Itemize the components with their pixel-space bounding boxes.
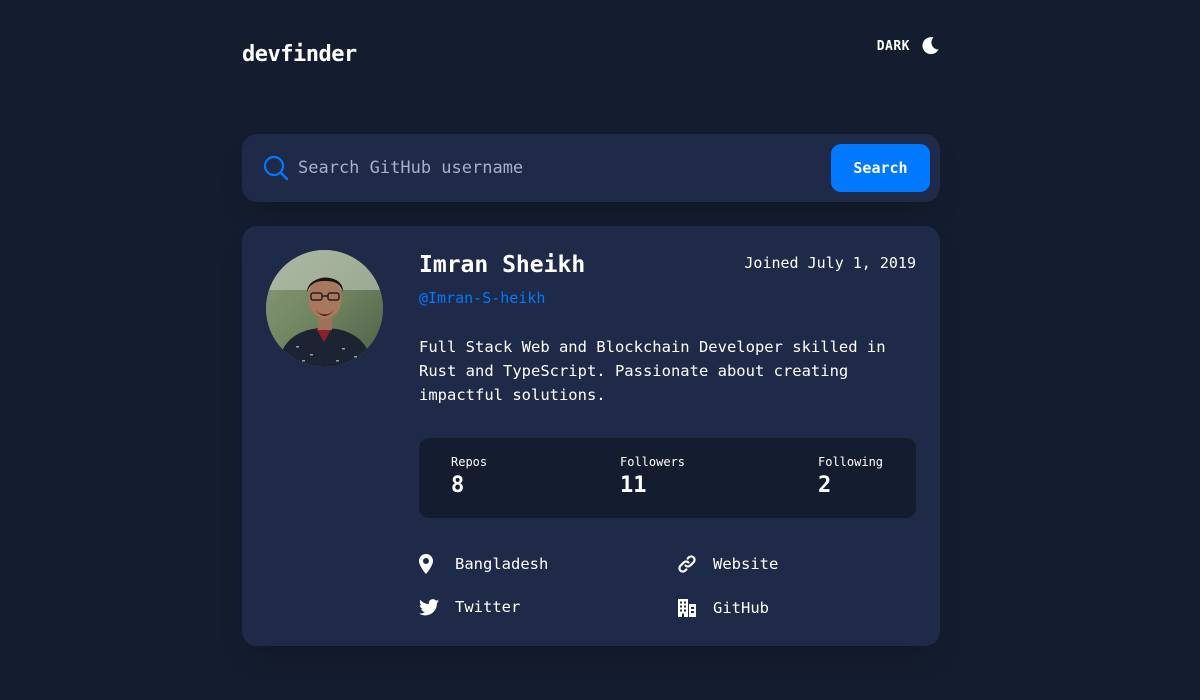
stat-followers: Followers 11 — [620, 455, 685, 498]
user-name: Imran Sheikh — [419, 252, 586, 278]
twitter-link[interactable]: Twitter — [455, 598, 520, 616]
moon-icon — [920, 36, 940, 56]
search-button[interactable]: Search — [831, 144, 930, 192]
stat-following: Following 2 — [818, 455, 883, 498]
link-icon — [677, 554, 713, 574]
stat-repos: Repos 8 — [451, 455, 487, 498]
location-item: Bangladesh — [419, 554, 548, 574]
user-handle-link[interactable]: @Imran-S-heikh — [419, 289, 545, 307]
stat-repos-label: Repos — [451, 455, 488, 469]
theme-toggle-button[interactable]: DARK — [877, 36, 940, 56]
avatar — [266, 250, 383, 367]
building-icon — [677, 598, 713, 618]
location-pin-icon — [419, 554, 455, 574]
user-bio: Full Stack Web and Blockchain Developer … — [419, 338, 886, 404]
stats-panel: Repos 8 Followers 11 Following 2 — [419, 438, 916, 518]
stat-following-label: Following — [818, 455, 884, 469]
website-item[interactable]: Website — [677, 554, 778, 574]
search-icon — [263, 155, 289, 185]
stat-followers-label: Followers — [620, 455, 686, 469]
stat-followers-value: 11 — [620, 473, 647, 498]
stat-repos-value: 8 — [451, 473, 465, 498]
website-link[interactable]: Website — [713, 555, 778, 573]
profile-card: Imran Sheikh @Imran-S-heikh Joined July … — [242, 226, 940, 646]
joined-date: Joined July 1, 2019 — [744, 254, 916, 272]
search-bar: Search — [242, 134, 940, 202]
theme-toggle-label: DARK — [876, 38, 910, 54]
company-link[interactable]: GitHub — [713, 599, 769, 617]
app-logo: devfinder — [242, 42, 357, 67]
twitter-item[interactable]: Twitter — [419, 598, 520, 616]
company-item[interactable]: GitHub — [677, 598, 769, 618]
search-input[interactable] — [298, 148, 818, 188]
location-text: Bangladesh — [455, 555, 549, 573]
header: devfinder DARK — [242, 36, 940, 76]
stat-following-value: 2 — [818, 473, 832, 498]
twitter-icon — [419, 598, 455, 616]
